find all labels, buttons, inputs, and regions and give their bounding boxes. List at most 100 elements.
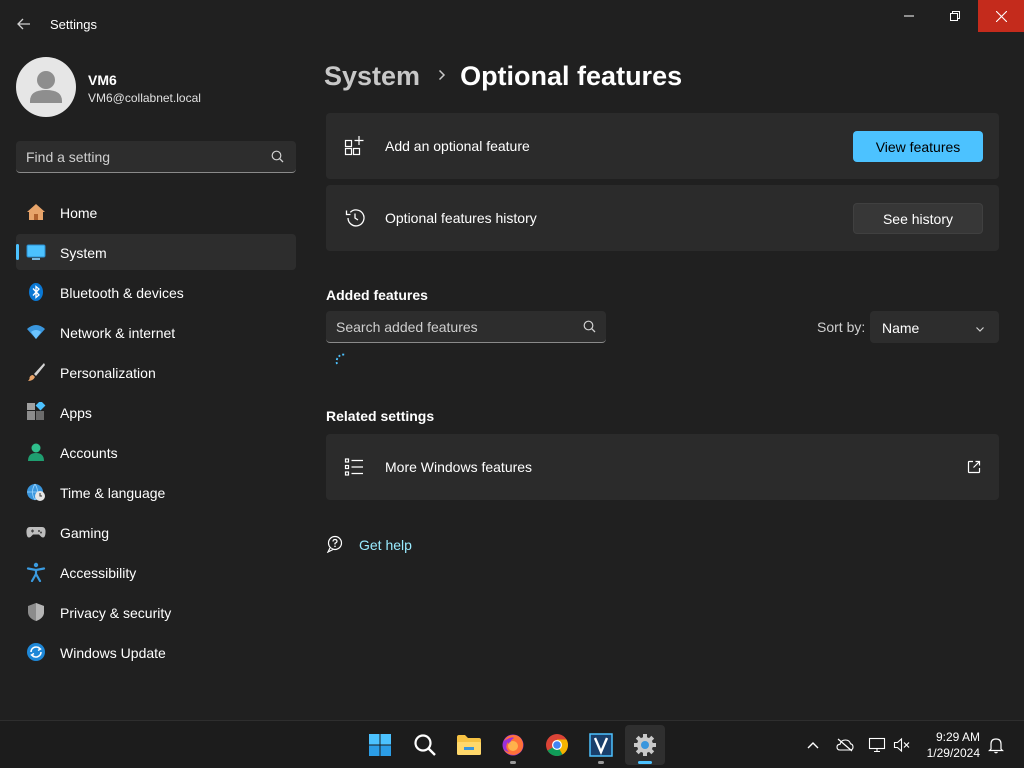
sidebar-item-label: Gaming — [60, 525, 110, 541]
sidebar-item-label: Accounts — [60, 445, 118, 461]
restore-icon — [950, 11, 960, 21]
get-help-label: Get help — [359, 537, 412, 553]
settings-search[interactable] — [16, 141, 296, 173]
brush-icon — [26, 362, 46, 382]
view-features-button[interactable]: View features — [853, 131, 983, 162]
minimize-button[interactable] — [886, 0, 932, 32]
get-help-link[interactable]: Get help — [326, 535, 412, 555]
sidebar-item-accessibility[interactable]: Accessibility — [16, 554, 296, 590]
v-app-icon — [589, 733, 613, 757]
sidebar-item-label: Personalization — [60, 365, 156, 381]
system-icon — [26, 242, 46, 262]
close-button[interactable] — [978, 0, 1024, 32]
sidebar-item-system[interactable]: System — [16, 234, 296, 270]
sidebar-item-gaming[interactable]: Gaming — [16, 514, 296, 550]
breadcrumb-parent-link[interactable]: System — [324, 61, 420, 92]
accounts-icon — [26, 442, 46, 462]
search-icon[interactable] — [271, 150, 284, 166]
notifications-button[interactable] — [986, 735, 1006, 755]
globe-clock-icon — [26, 482, 46, 502]
avatar — [16, 57, 76, 117]
added-features-search[interactable] — [326, 311, 606, 343]
taskbar-settings[interactable] — [625, 725, 665, 765]
user-profile[interactable]: VM6 VM6@collabnet.local — [16, 57, 306, 117]
system-clock[interactable]: 9:29 AM 1/29/2024 — [918, 729, 980, 761]
running-indicator — [510, 761, 516, 764]
clock-time: 9:29 AM — [935, 730, 980, 744]
sidebar-item-label: Time & language — [60, 485, 166, 501]
running-indicator — [598, 761, 604, 764]
restore-button[interactable] — [932, 0, 978, 32]
sort-by-label: Sort by: — [817, 319, 866, 335]
search-icon — [414, 734, 436, 756]
sidebar-item-label: System — [60, 245, 107, 261]
user-avatar-icon — [30, 71, 62, 103]
sidebar-item-windows-update[interactable]: Windows Update — [16, 634, 296, 670]
chevron-right-icon — [438, 68, 446, 84]
optional-features-history-card: Optional features history See history — [326, 185, 999, 251]
start-button[interactable] — [360, 725, 400, 765]
chevron-down-icon — [975, 321, 985, 337]
help-chat-icon — [326, 535, 344, 556]
user-email: VM6@collabnet.local — [88, 91, 201, 105]
sidebar-item-apps[interactable]: Apps — [16, 394, 296, 430]
gamepad-icon — [26, 522, 46, 542]
apps-icon — [26, 402, 46, 422]
sidebar-item-accounts[interactable]: Accounts — [16, 434, 296, 470]
more-windows-features-label: More Windows features — [385, 459, 533, 475]
add-optional-feature-label: Add an optional feature — [385, 138, 530, 154]
running-indicator — [638, 761, 652, 764]
sidebar-nav: Home System Bluetooth & devices Network … — [16, 194, 296, 674]
taskbar-chrome[interactable] — [537, 725, 577, 765]
windows-logo-icon — [369, 734, 391, 756]
taskbar-firefox[interactable] — [493, 725, 533, 765]
user-name: VM6 — [88, 72, 117, 88]
shield-icon — [26, 602, 46, 622]
sidebar-item-network[interactable]: Network & internet — [16, 314, 296, 350]
sidebar-item-label: Bluetooth & devices — [60, 285, 184, 301]
clock-date: 1/29/2024 — [926, 746, 980, 760]
sidebar-item-bluetooth[interactable]: Bluetooth & devices — [16, 274, 296, 310]
history-icon — [344, 207, 366, 229]
taskbar-app-v[interactable] — [581, 725, 621, 765]
see-history-button[interactable]: See history — [853, 203, 983, 234]
list-icon — [344, 456, 366, 478]
sidebar-item-label: Privacy & security — [60, 605, 172, 621]
add-feature-icon — [344, 135, 366, 157]
sidebar-item-label: Home — [60, 205, 98, 221]
network-monitor-icon — [868, 737, 886, 753]
onedrive-tray-icon[interactable] — [835, 735, 855, 755]
bluetooth-icon — [26, 282, 46, 302]
sidebar-item-label: Windows Update — [60, 645, 166, 661]
wifi-icon — [26, 322, 46, 342]
chrome-icon — [546, 734, 568, 756]
sidebar-item-privacy[interactable]: Privacy & security — [16, 594, 296, 630]
speaker-muted-icon — [893, 737, 910, 753]
taskbar-file-explorer[interactable] — [449, 725, 489, 765]
added-features-search-input[interactable] — [336, 311, 576, 342]
network-tray-icon[interactable] — [867, 735, 887, 755]
minimize-icon — [904, 15, 914, 17]
search-icon[interactable] — [583, 320, 596, 336]
arrow-left-icon — [17, 18, 30, 30]
taskbar: 9:29 AM 1/29/2024 — [0, 720, 1024, 768]
sort-by-value: Name — [882, 320, 920, 336]
sidebar-item-label: Network & internet — [60, 325, 176, 341]
sidebar-item-time-language[interactable]: Time & language — [16, 474, 296, 510]
title-bar: Settings — [0, 0, 1024, 40]
sidebar-item-label: Apps — [60, 405, 92, 421]
back-button[interactable] — [10, 10, 38, 38]
bell-icon — [988, 738, 1004, 754]
page-title: Optional features — [460, 60, 683, 91]
app-title: Settings — [50, 17, 97, 32]
settings-search-input[interactable] — [26, 141, 266, 172]
sidebar-item-personalization[interactable]: Personalization — [16, 354, 296, 390]
sidebar-item-home[interactable]: Home — [16, 194, 296, 230]
more-windows-features-card[interactable]: More Windows features — [326, 434, 999, 500]
sort-by-dropdown[interactable]: Name — [870, 311, 999, 343]
cloud-offline-icon — [836, 738, 854, 752]
show-hidden-icons-button[interactable] — [803, 735, 823, 755]
volume-tray-icon[interactable] — [892, 735, 912, 755]
breadcrumb: System Optional features — [324, 58, 682, 94]
taskbar-search-button[interactable] — [405, 725, 445, 765]
